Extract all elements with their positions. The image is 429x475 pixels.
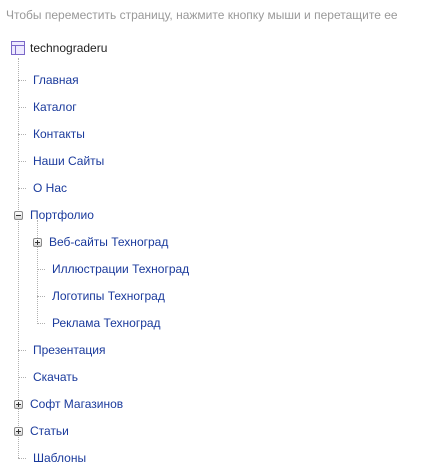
tree-item-illyustracii[interactable]: Иллюстрации Техноград	[37, 260, 189, 278]
tree-item-label[interactable]: О Нас	[33, 181, 67, 195]
tree-root-label: technograderu	[30, 41, 108, 55]
tree-item-katalog[interactable]: Каталог	[18, 98, 77, 116]
tree-item-label[interactable]: Главная	[33, 73, 79, 87]
tree-item-o-nas[interactable]: О Нас	[18, 179, 67, 197]
tree-connector	[18, 133, 26, 135]
sitemap-icon	[11, 41, 25, 55]
tree-item-label[interactable]: Реклама Техноград	[52, 316, 161, 330]
tree-item-glavnaya[interactable]: Главная	[18, 71, 79, 89]
tree-item-label[interactable]: Иллюстрации Техноград	[52, 262, 189, 276]
tree-item-label[interactable]: Логотипы Техноград	[52, 289, 165, 303]
tree-connector	[37, 268, 45, 270]
tree-item-stati[interactable]: Статьи	[14, 422, 69, 440]
tree-item-prezentaciya[interactable]: Презентация	[18, 341, 106, 359]
tree-item-label[interactable]: Презентация	[33, 343, 106, 357]
tree-connector	[18, 160, 26, 162]
tree-item-skachat[interactable]: Скачать	[18, 368, 78, 386]
expand-toggle-icon[interactable]	[33, 237, 42, 247]
tree-item-logotipy[interactable]: Логотипы Техноград	[37, 287, 165, 305]
tree-item-label[interactable]: Веб-сайты Техноград	[49, 235, 168, 249]
tree-root[interactable]: technograderu	[11, 39, 107, 57]
tree-item-label[interactable]: Контакты	[33, 127, 85, 141]
collapse-toggle-icon[interactable]	[14, 210, 23, 220]
tree-connector	[18, 349, 26, 351]
tree-item-nashi-saity[interactable]: Наши Сайты	[18, 152, 104, 170]
tree-connector	[18, 457, 26, 459]
tree-item-shablony[interactable]: Шаблоны	[18, 449, 86, 467]
tree-item-kontakty[interactable]: Контакты	[18, 125, 85, 143]
tree-item-label[interactable]: Портфолио	[30, 208, 94, 222]
tree-connector	[18, 106, 26, 108]
page-tree: technograderu Главная Каталог Контакты Н…	[0, 0, 429, 475]
tree-item-label[interactable]: Скачать	[33, 370, 78, 384]
tree-item-label[interactable]: Шаблоны	[33, 451, 86, 465]
tree-item-veb-saity[interactable]: Веб-сайты Техноград	[33, 233, 168, 251]
tree-connector	[37, 322, 45, 324]
expand-toggle-icon[interactable]	[14, 426, 23, 436]
tree-connector	[37, 295, 45, 297]
tree-item-label[interactable]: Каталог	[33, 100, 77, 114]
tree-connector	[18, 79, 26, 81]
expand-toggle-icon[interactable]	[14, 399, 23, 409]
tree-item-label[interactable]: Софт Магазинов	[30, 397, 123, 411]
tree-item-label[interactable]: Наши Сайты	[33, 154, 104, 168]
tree-item-reklama[interactable]: Реклама Техноград	[37, 314, 161, 332]
tree-item-soft-magazinov[interactable]: Софт Магазинов	[14, 395, 123, 413]
tree-connector	[18, 187, 26, 189]
tree-connector	[18, 376, 26, 378]
tree-item-portfolio[interactable]: Портфолио	[14, 206, 94, 224]
tree-item-label[interactable]: Статьи	[30, 424, 69, 438]
